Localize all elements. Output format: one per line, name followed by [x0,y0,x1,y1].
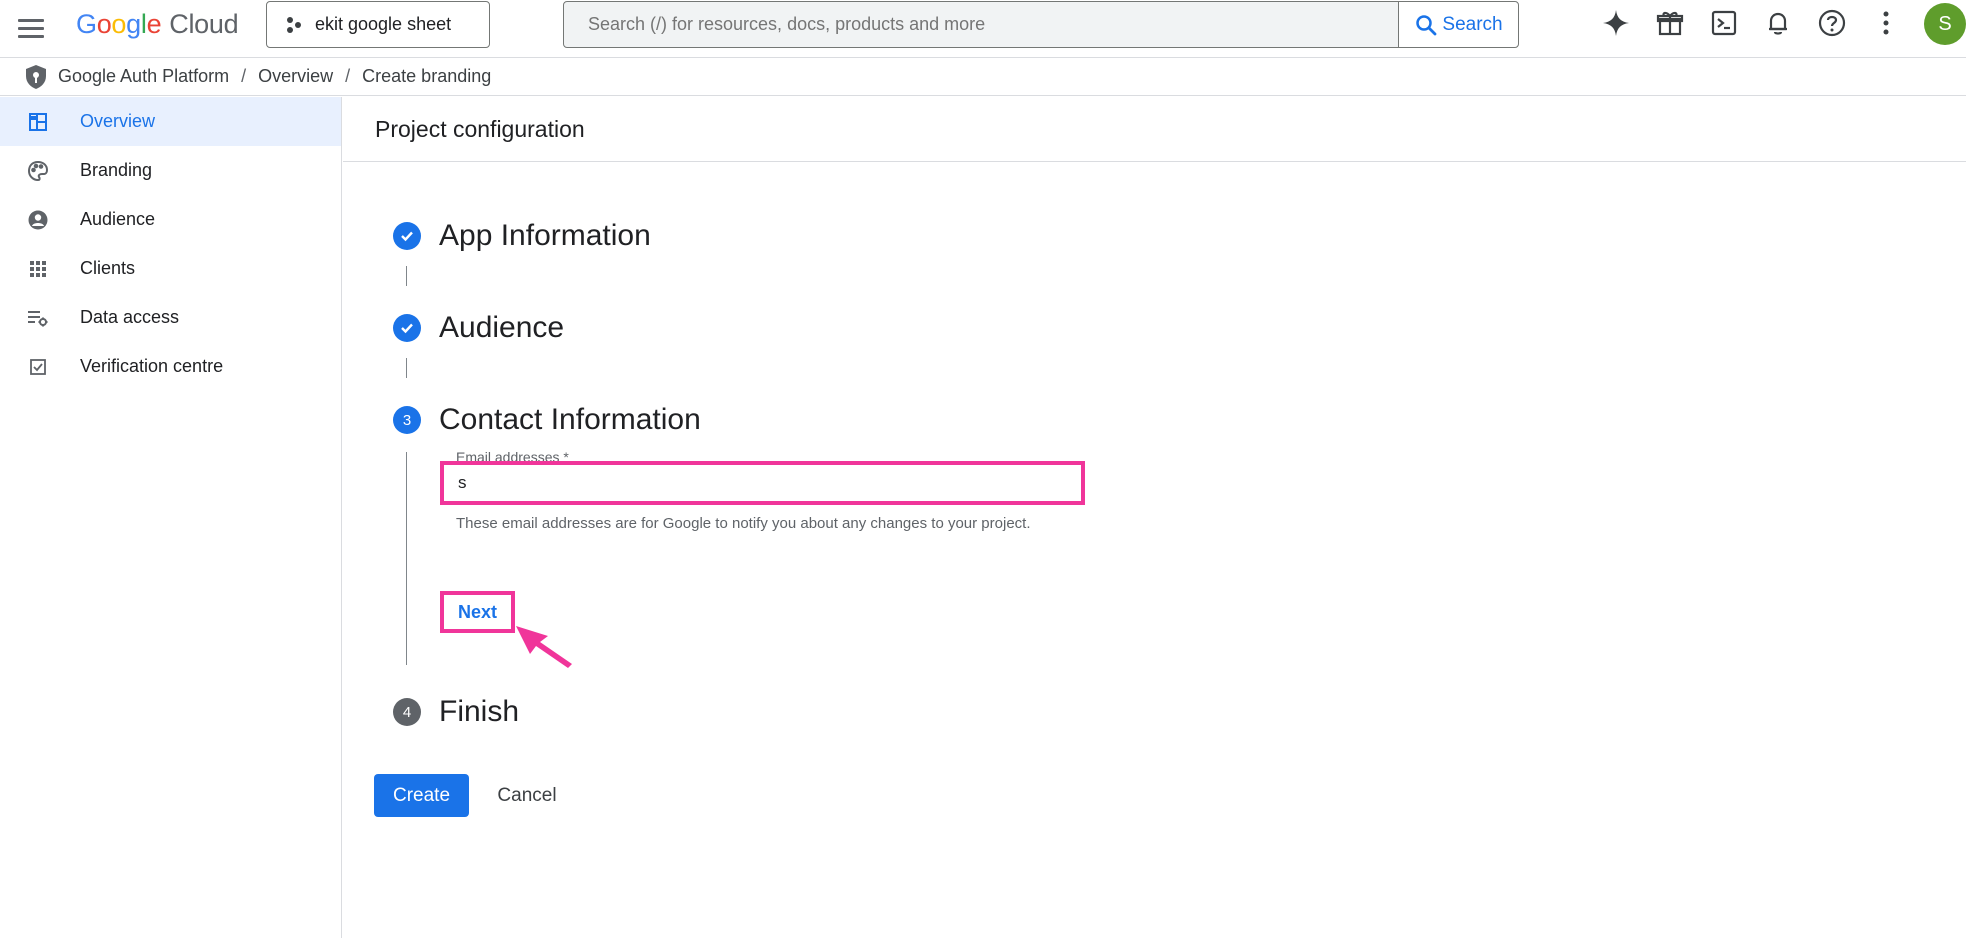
sidebar-item-label: Clients [80,258,136,278]
create-button[interactable]: Create [374,774,469,817]
more-vert-icon[interactable] [1870,7,1902,39]
step-connector [406,358,407,378]
search-button-label: Search [1442,13,1503,35]
breadcrumb: Google Auth Platform / Overview / Create… [0,58,1966,96]
project-name: ekit google sheet [315,14,452,34]
sidebar-item-overview[interactable]: Overview [0,97,341,146]
breadcrumb-separator: / [345,66,351,86]
sidebar-item-label: Overview [80,111,156,131]
bell-icon[interactable] [1762,7,1794,39]
avatar-letter: S [1938,12,1952,35]
check-circle-icon [393,222,421,250]
project-dots-icon [287,16,301,33]
cloud-shell-icon[interactable] [1708,7,1740,39]
next-button[interactable]: Next [440,591,515,633]
search-icon [1416,14,1437,35]
step-title: Finish [439,695,520,728]
pointer-arrow-icon [516,626,572,668]
search-bar: Search [563,1,1519,48]
breadcrumb-item-overview[interactable]: Overview [258,66,333,87]
palette-icon [26,159,50,183]
step-title: Audience [439,311,565,344]
email-field[interactable] [440,461,1085,505]
step-app-information: App Information [393,219,651,253]
step-connector [406,452,407,665]
step-connector [406,266,407,286]
sidebar-item-label: Verification centre [80,356,224,376]
logo-letter: o [111,9,127,39]
step-audience: Audience [393,311,564,345]
sidebar-item-verification-centre[interactable]: Verification centre [0,342,341,391]
top-icon-group [1600,7,1924,39]
checkbox-icon [26,355,50,379]
step-number: 3 [393,406,421,434]
person-circle-icon [26,208,50,232]
sidebar: Overview Branding Audience Clients Data … [0,97,342,938]
gift-icon[interactable] [1654,7,1686,39]
shield-icon [26,64,46,89]
breadcrumb-item-current: Create branding [362,66,492,86]
check-circle-icon [393,314,421,342]
sidebar-item-audience[interactable]: Audience [0,195,341,244]
breadcrumb-separator: / [241,66,247,86]
google-cloud-logo[interactable]: Google Cloud [76,9,239,40]
step-number: 4 [393,698,421,726]
step-contact-information: 3 Contact Information [393,403,701,437]
gemini-icon[interactable] [1600,7,1632,39]
project-picker-button[interactable]: ekit google sheet [266,1,490,48]
top-bar: Google Cloud ekit google sheet Search (/… [0,0,1966,58]
help-icon[interactable] [1816,7,1848,39]
page-title: Project configuration [343,97,1966,162]
step-title: App Information [439,219,651,252]
sidebar-item-label: Audience [80,209,156,229]
logo-letter: g [126,9,141,39]
grid-icon [26,257,50,281]
sidebar-item-label: Branding [80,160,153,180]
sidebar-item-branding[interactable]: Branding [0,146,341,195]
main-menu-icon[interactable] [18,13,48,43]
sidebar-item-data-access[interactable]: Data access [0,293,341,342]
logo-letter: o [96,9,112,39]
sidebar-item-clients[interactable]: Clients [0,244,341,293]
list-settings-icon [26,306,50,330]
dashboard-icon [26,110,50,134]
step-title: Contact Information [439,403,701,436]
step-finish: 4 Finish [393,695,519,729]
sidebar-item-label: Data access [80,307,180,327]
email-helper-text: These email addresses are for Google to … [456,515,1031,532]
logo-letter: G [76,9,97,39]
cancel-button[interactable]: Cancel [482,774,572,817]
logo-letter: e [146,9,162,39]
logo-product-name: Cloud [169,9,239,39]
breadcrumb-item-platform[interactable]: Google Auth Platform [58,66,229,87]
search-button[interactable]: Search [1398,2,1518,47]
avatar[interactable]: S [1924,3,1966,45]
search-input[interactable] [564,2,1398,47]
